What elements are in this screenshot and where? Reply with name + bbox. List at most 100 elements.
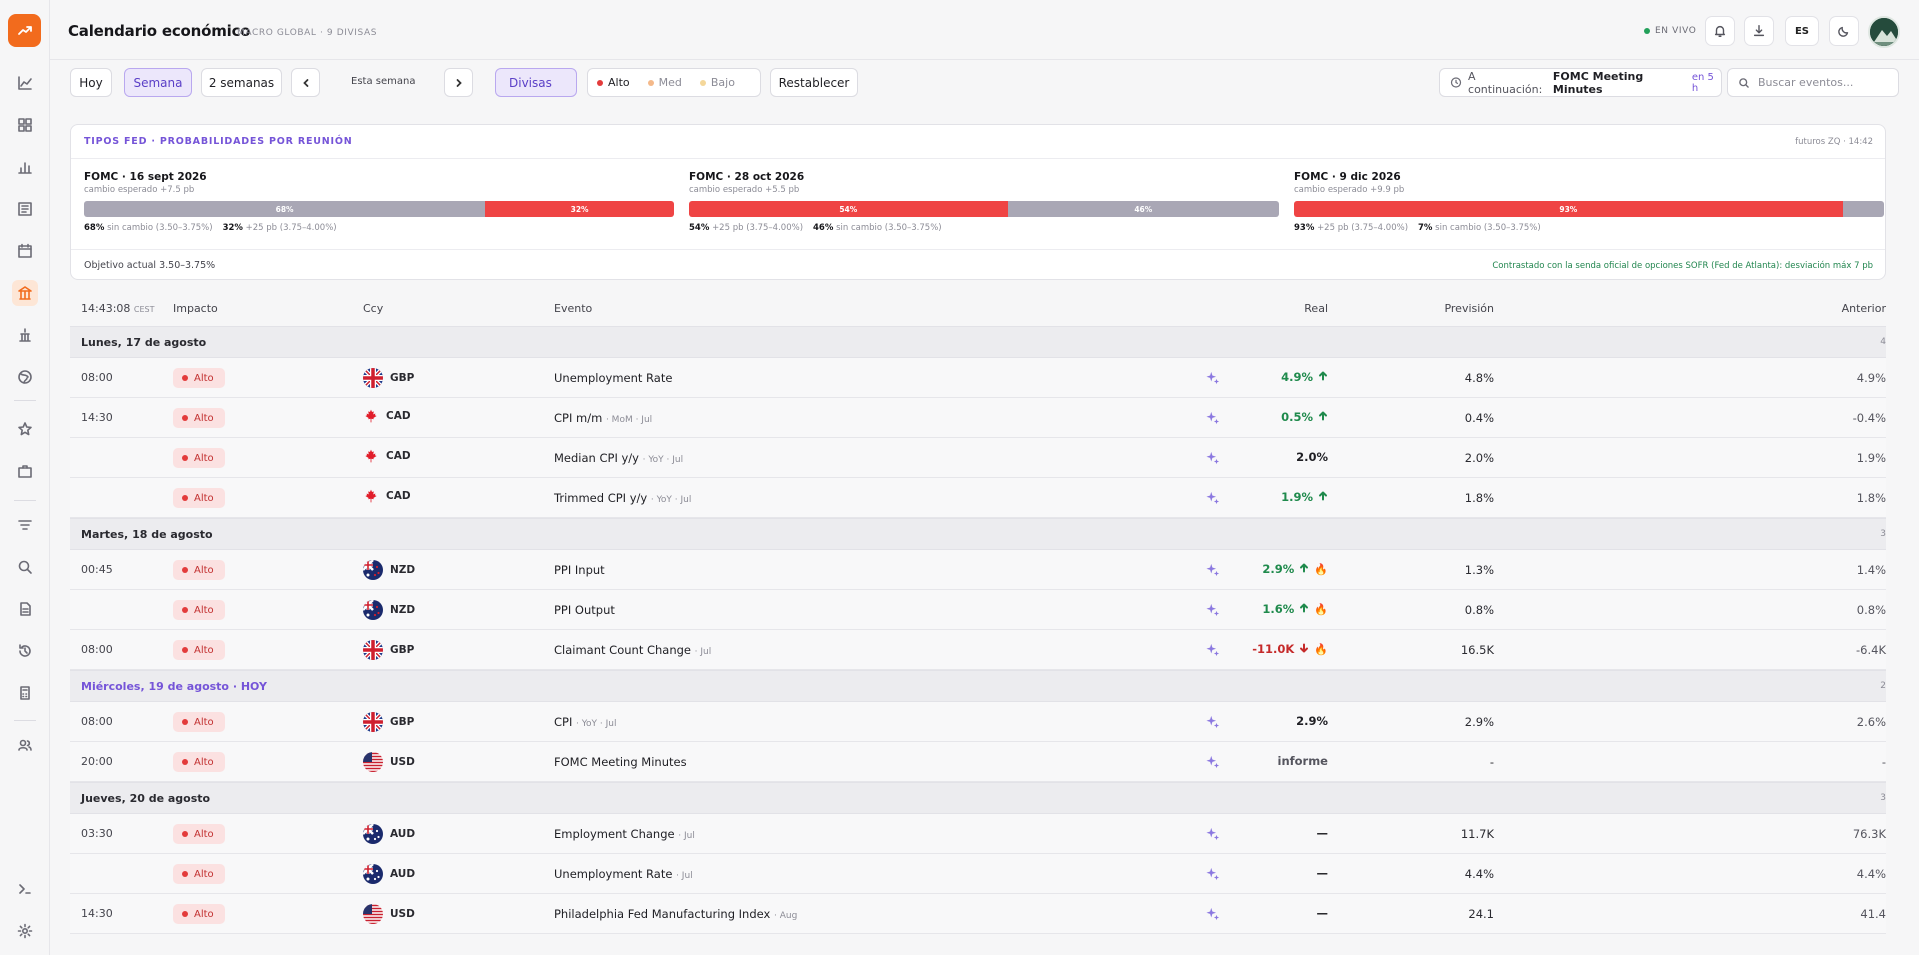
ai-sparkle-icon <box>1206 827 1220 841</box>
ai-analysis-button[interactable] <box>1206 907 1220 921</box>
nav-document-icon[interactable] <box>12 596 38 622</box>
impact-dot-icon <box>182 567 188 573</box>
table-row[interactable]: Alto CAD Median CPI y/y · YoY · Jul 2.0%… <box>70 438 1886 478</box>
impact-label: Alto <box>194 412 214 424</box>
table-row[interactable]: Alto CAD Trimmed CPI y/y · YoY · Jul 1.9… <box>70 478 1886 518</box>
ai-analysis-button[interactable] <box>1206 755 1220 769</box>
event-name-cell[interactable]: PPI Output <box>554 603 615 617</box>
currencies-filter-button[interactable]: Divisas <box>495 68 577 97</box>
day-group-header[interactable]: Lunes, 17 de agosto 4 <box>70 326 1886 358</box>
previous-value: - <box>1881 755 1886 769</box>
currency-cell: GBP <box>363 640 414 660</box>
search-input[interactable] <box>1758 76 1888 89</box>
nav-filter-icon[interactable] <box>12 512 38 538</box>
table-row[interactable]: 00:45 Alto NZD PPI Input 2.9% 🔥 1.3% 1.4% <box>70 550 1886 590</box>
col-header-actual[interactable]: Real <box>1304 302 1328 315</box>
day-group-header[interactable]: Martes, 18 de agosto 3 <box>70 518 1886 550</box>
table-row[interactable]: 14:30 Alto CAD CPI m/m · MoM · Jul 0.5% … <box>70 398 1886 438</box>
table-row[interactable]: 08:00 Alto GBP Unemployment Rate 4.9% 4.… <box>70 358 1886 398</box>
nav-bars-icon[interactable] <box>12 154 38 180</box>
probability-legend: 68% sin cambio (3.50–3.75%) 32% +25 pb (3… <box>84 223 674 233</box>
nav-search-icon[interactable] <box>12 554 38 580</box>
nav-institution-icon[interactable] <box>12 322 38 348</box>
ai-analysis-button[interactable] <box>1206 867 1220 881</box>
avatar[interactable] <box>1868 16 1900 48</box>
table-row[interactable]: Alto AUD Unemployment Rate · Jul — 4.4% … <box>70 854 1886 894</box>
ai-analysis-button[interactable] <box>1206 643 1220 657</box>
previous-value: 1.9% <box>1856 451 1886 465</box>
table-row[interactable]: 08:00 Alto GBP Claimant Count Change · J… <box>70 630 1886 670</box>
nav-calculator-icon[interactable] <box>12 680 38 706</box>
event-name-cell[interactable]: Trimmed CPI y/y · YoY · Jul <box>554 491 691 505</box>
table-row[interactable]: 03:30 Alto AUD Employment Change · Jul —… <box>70 814 1886 854</box>
day-group-header[interactable]: Jueves, 20 de agosto 3 <box>70 782 1886 814</box>
actual-value: 1.9% <box>1281 490 1313 504</box>
col-header-impact[interactable]: Impacto <box>173 302 218 315</box>
ai-analysis-button[interactable] <box>1206 563 1220 577</box>
col-header-forecast[interactable]: Previsión <box>1444 302 1494 315</box>
col-header-previous[interactable]: Anterior <box>1842 302 1886 315</box>
nav-briefcase-icon[interactable] <box>12 458 38 484</box>
impact-high-toggle[interactable]: Alto <box>588 76 639 89</box>
event-name-cell[interactable]: Unemployment Rate · Jul <box>554 867 693 881</box>
language-button[interactable]: ES <box>1785 16 1819 46</box>
today-button[interactable]: Hoy <box>70 68 112 97</box>
flag-au-icon <box>363 824 383 844</box>
event-name-cell[interactable]: Unemployment Rate <box>554 371 672 385</box>
next-week-button[interactable] <box>444 68 473 97</box>
notifications-button[interactable] <box>1705 16 1735 46</box>
ai-analysis-button[interactable] <box>1206 491 1220 505</box>
nav-globe-icon[interactable] <box>12 364 38 390</box>
impact-badge: Alto <box>173 408 225 428</box>
flag-gb-icon <box>363 640 383 660</box>
nav-grid-icon[interactable] <box>12 112 38 138</box>
impact-low-toggle[interactable]: Bajo <box>691 76 744 89</box>
event-name-cell[interactable]: Employment Change · Jul <box>554 827 695 841</box>
previous-value: -0.4% <box>1852 411 1886 425</box>
table-row[interactable]: 14:30 Alto USD Philadelphia Fed Manufact… <box>70 894 1886 934</box>
prev-week-button[interactable] <box>291 68 320 97</box>
col-header-event[interactable]: Evento <box>554 302 592 315</box>
clock-icon <box>1450 77 1462 88</box>
nav-chart-icon[interactable] <box>12 70 38 96</box>
ai-analysis-button[interactable] <box>1206 371 1220 385</box>
impact-med-toggle[interactable]: Med <box>639 76 691 89</box>
app-logo[interactable] <box>8 14 41 47</box>
ai-analysis-button[interactable] <box>1206 827 1220 841</box>
event-name-cell[interactable]: Median CPI y/y · YoY · Jul <box>554 451 683 465</box>
event-name-cell[interactable]: CPI · YoY · Jul <box>554 715 617 729</box>
day-group-header[interactable]: Miércoles, 19 de agosto · HOY 2 <box>70 670 1886 702</box>
event-name-cell[interactable]: PPI Input <box>554 563 605 577</box>
table-row[interactable]: Alto NZD PPI Output 1.6% 🔥 0.8% 0.8% <box>70 590 1886 630</box>
impact-label: Alto <box>194 452 214 464</box>
theme-toggle-button[interactable] <box>1829 16 1859 46</box>
ai-analysis-button[interactable] <box>1206 451 1220 465</box>
download-button[interactable] <box>1744 16 1774 46</box>
ai-analysis-button[interactable] <box>1206 603 1220 617</box>
actual-value-cell: — <box>1317 866 1329 880</box>
settings-gear-icon[interactable] <box>12 918 38 944</box>
table-row[interactable]: 20:00 Alto USD FOMC Meeting Minutes info… <box>70 742 1886 782</box>
next-event-box[interactable]: A continuación: FOMC Meeting Minutes en … <box>1439 68 1722 97</box>
nav-calendar-icon[interactable] <box>12 238 38 264</box>
reset-button[interactable]: Restablecer <box>770 68 858 97</box>
event-name-cell[interactable]: Philadelphia Fed Manufacturing Index · A… <box>554 907 797 921</box>
event-name-cell[interactable]: CPI m/m · MoM · Jul <box>554 411 652 425</box>
nav-news-icon[interactable] <box>12 196 38 222</box>
week-view-button[interactable]: Semana <box>124 68 192 97</box>
nav-bank-icon[interactable] <box>12 280 38 306</box>
two-weeks-button[interactable]: 2 semanas <box>201 68 282 97</box>
events-table: Lunes, 17 de agosto 4 08:00 Alto GBP Unem… <box>70 326 1886 934</box>
nav-star-icon[interactable] <box>12 416 38 442</box>
ai-analysis-button[interactable] <box>1206 411 1220 425</box>
probability-legend-item: 46% sin cambio (3.50–3.75%) <box>813 223 942 233</box>
terminal-icon[interactable] <box>12 876 38 902</box>
col-header-ccy[interactable]: Ccy <box>363 302 383 315</box>
table-row[interactable]: 08:00 Alto GBP CPI · YoY · Jul 2.9% 2.9%… <box>70 702 1886 742</box>
event-name-cell[interactable]: Claimant Count Change · Jul <box>554 643 711 657</box>
nav-history-icon[interactable] <box>12 638 38 664</box>
search-icon <box>1739 77 1749 88</box>
ai-analysis-button[interactable] <box>1206 715 1220 729</box>
nav-users-icon[interactable] <box>12 732 38 758</box>
event-name-cell[interactable]: FOMC Meeting Minutes <box>554 755 687 769</box>
